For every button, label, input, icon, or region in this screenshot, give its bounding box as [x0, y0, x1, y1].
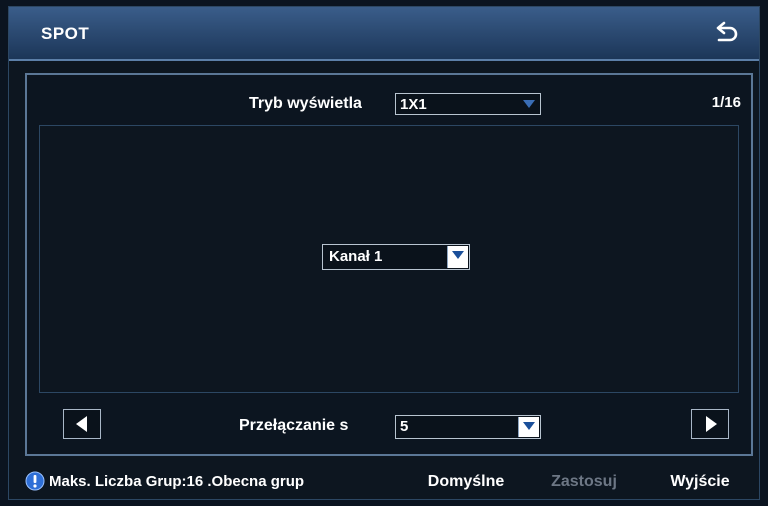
- info-icon: [25, 471, 45, 491]
- chevron-down-icon: [447, 246, 468, 268]
- previous-page-button[interactable]: [63, 409, 101, 439]
- chevron-down-icon: [518, 417, 539, 437]
- display-mode-row: Tryb wyświetla 1X1 1/16: [27, 75, 751, 125]
- switching-interval-select[interactable]: 5: [395, 415, 541, 439]
- group-info-text: Maks. Liczba Grup:16 .Obecna grup: [49, 473, 305, 490]
- channel-select-value: Kanał 1: [329, 248, 383, 265]
- next-page-button[interactable]: [691, 409, 729, 439]
- default-button[interactable]: Domyślne: [413, 469, 519, 495]
- channel-select[interactable]: Kanał 1: [322, 244, 470, 270]
- title-bar: SPOT: [9, 7, 759, 61]
- back-arrow-icon[interactable]: [713, 20, 739, 46]
- chevron-down-icon: [519, 95, 539, 113]
- exit-button[interactable]: Wyjście: [653, 469, 747, 495]
- arrow-right-icon: [706, 416, 717, 432]
- spot-dialog: SPOT Tryb wyświetla 1X1 1/16 Kanał 1 Prz…: [8, 6, 760, 500]
- apply-button[interactable]: Zastosuj: [535, 469, 633, 495]
- switching-interval-value: 5: [400, 418, 409, 435]
- arrow-left-icon: [76, 416, 87, 432]
- display-mode-select[interactable]: 1X1: [395, 93, 541, 115]
- switching-row: Przełączanie s 5: [27, 397, 751, 453]
- display-mode-label: Tryb wyświetla: [249, 95, 362, 112]
- dialog-title: SPOT: [41, 24, 90, 43]
- spot-view-area: Kanał 1: [39, 125, 739, 393]
- display-mode-value: 1X1: [400, 96, 427, 113]
- page-indicator: 1/16: [711, 94, 741, 111]
- footer-bar: Maks. Liczba Grup:16 .Obecna grup Domyśl…: [9, 465, 759, 499]
- spot-settings-panel: Tryb wyświetla 1X1 1/16 Kanał 1 Przełącz…: [25, 73, 753, 456]
- switching-interval-label: Przełączanie s: [239, 417, 349, 434]
